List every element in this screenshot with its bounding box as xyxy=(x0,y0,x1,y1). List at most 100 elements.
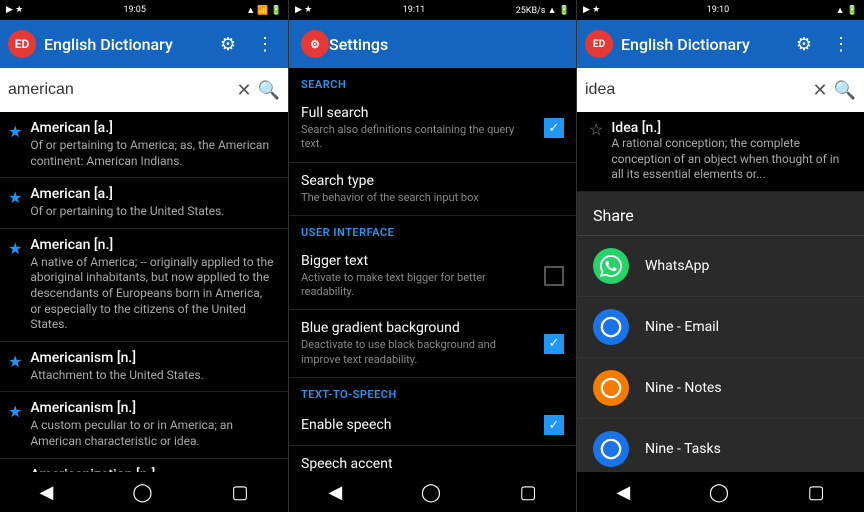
settings-desc-search-type: The behavior of the search input box xyxy=(301,191,479,205)
settings-item-blue-gradient[interactable]: Blue gradient background Deactivate to u… xyxy=(289,310,576,378)
settings-label-blue-gradient: Blue gradient background xyxy=(301,320,536,336)
panel-share: ED English Dictionary ⚙ ⋮ ✕ 🔍 ☆ Idea [n.… xyxy=(576,20,864,512)
settings-section-ui: USER INTERFACE xyxy=(289,216,576,243)
dict-item[interactable]: ★ American [n.] A native of America; -- … xyxy=(0,229,288,342)
status-time-1: 19:05 xyxy=(124,5,146,15)
dict-toolbar: ED English Dictionary ⚙ ⋮ xyxy=(0,20,288,68)
share-toolbar: ED English Dictionary ⚙ ⋮ xyxy=(577,20,864,68)
whatsapp-icon xyxy=(593,248,629,284)
status-right-icons-3: ▲ 🔋 xyxy=(836,5,858,16)
share-search-input[interactable] xyxy=(585,81,806,99)
checkbox-bigger-text[interactable] xyxy=(544,266,564,286)
idea-star-icon[interactable]: ☆ xyxy=(589,120,603,183)
dict-item[interactable]: ★ Americanism [n.] A custom peculiar to … xyxy=(0,392,288,458)
star-icon-3[interactable]: ★ xyxy=(8,352,22,371)
settings-item-search-type[interactable]: Search type The behavior of the search i… xyxy=(289,163,576,216)
nav-back-3[interactable]: ◀ xyxy=(604,478,642,507)
nav-recents-3[interactable]: ▢ xyxy=(796,478,837,507)
dict-menu-icon[interactable]: ⋮ xyxy=(250,28,280,61)
checkbox-blue-gradient[interactable] xyxy=(544,334,564,354)
checkbox-enable-speech[interactable] xyxy=(544,415,564,435)
idea-word: Idea [n.] xyxy=(611,120,852,136)
star-icon-0[interactable]: ★ xyxy=(8,122,22,141)
dict-def-4: A custom peculiar to or in America; an A… xyxy=(30,418,276,449)
status-left-icons-2: ▶ ★ xyxy=(295,5,312,15)
nine-email-icon xyxy=(593,309,629,345)
settings-label-bigger-text: Bigger text xyxy=(301,253,536,269)
share-item-nine-tasks[interactable]: Nine - Tasks xyxy=(577,419,864,472)
share-bottom-nav: ◀ ◯ ▢ xyxy=(577,472,864,512)
share-label-nine-tasks: Nine - Tasks xyxy=(645,441,721,457)
status-left-icons-3: ▶ ★ xyxy=(583,5,600,15)
dict-list: ★ American [a.] Of or pertaining to Amer… xyxy=(0,112,288,472)
share-search-button[interactable]: 🔍 xyxy=(834,80,856,101)
settings-logo: ⚙ xyxy=(301,30,329,58)
dict-word-3: Americanism [n.] xyxy=(30,350,204,366)
settings-desc-full-search: Search also definitions containing the q… xyxy=(301,123,536,152)
nav-home-3[interactable]: ◯ xyxy=(697,478,741,507)
share-item-nine-email[interactable]: Nine - Email xyxy=(577,297,864,358)
panel-dictionary: ED English Dictionary ⚙ ⋮ ✕ 🔍 ★ American… xyxy=(0,20,288,512)
settings-label-speech-accent: Speech accent xyxy=(301,456,543,472)
checkbox-full-search[interactable] xyxy=(544,118,564,138)
dict-item[interactable]: ★ Americanization [n.] xyxy=(0,459,288,472)
dict-item[interactable]: ★ American [a.] Of or pertaining to Amer… xyxy=(0,112,288,178)
nine-notes-icon xyxy=(593,370,629,406)
dict-word-0: American [a.] xyxy=(30,120,276,136)
share-title: English Dictionary xyxy=(621,35,782,54)
share-label-nine-email: Nine - Email xyxy=(645,319,719,335)
share-item-nine-notes[interactable]: Nine - Notes xyxy=(577,358,864,419)
star-icon-1[interactable]: ★ xyxy=(8,188,22,207)
settings-section-tts: TEXT-TO-SPEECH xyxy=(289,378,576,405)
dict-search-bar: ✕ 🔍 xyxy=(0,68,288,112)
dict-word-2: American [n.] xyxy=(30,237,276,253)
idea-entry: ☆ Idea [n.] A rational conception; the c… xyxy=(577,112,864,192)
dict-settings-icon[interactable]: ⚙ xyxy=(214,28,242,61)
dict-search-input[interactable] xyxy=(8,81,230,99)
share-settings-icon[interactable]: ⚙ xyxy=(790,28,818,61)
share-menu-icon[interactable]: ⋮ xyxy=(826,28,856,61)
settings-item-enable-speech[interactable]: Enable speech xyxy=(289,405,576,446)
nav-recents-1[interactable]: ▢ xyxy=(219,478,260,507)
panel-settings: ⚙ Settings SEARCH Full search Search als… xyxy=(288,20,576,512)
dict-word-4: Americanism [n.] xyxy=(30,400,276,416)
dict-clear-button[interactable]: ✕ xyxy=(236,80,251,101)
dict-title: English Dictionary xyxy=(44,35,206,54)
nav-back-2[interactable]: ◀ xyxy=(316,478,354,507)
nav-back-1[interactable]: ◀ xyxy=(27,478,65,507)
share-label-nine-notes: Nine - Notes xyxy=(645,380,722,396)
share-logo: ED xyxy=(585,30,613,58)
dict-def-3: Attachment to the United States. xyxy=(30,368,204,384)
share-overlay: Share WhatsApp Nine - Email Nine xyxy=(577,192,864,472)
settings-item-bigger-text[interactable]: Bigger text Activate to make text bigger… xyxy=(289,243,576,311)
settings-bottom-nav: ◀ ◯ ▢ xyxy=(289,472,576,512)
share-label-whatsapp: WhatsApp xyxy=(645,258,709,274)
star-icon-2[interactable]: ★ xyxy=(8,239,22,258)
idea-def: A rational conception; the complete conc… xyxy=(611,136,852,183)
status-right-icons-1: ▲ 📶 🔋 xyxy=(246,5,282,16)
status-left-icons: ▶ ★ xyxy=(6,5,23,15)
settings-section-search: SEARCH xyxy=(289,68,576,95)
dict-bottom-nav: ◀ ◯ ▢ xyxy=(0,472,288,512)
status-time-2: 19:11 xyxy=(403,5,425,15)
share-header: Share xyxy=(577,192,864,236)
nav-home-2[interactable]: ◯ xyxy=(409,478,453,507)
dict-def-1: Of or pertaining to the United States. xyxy=(30,204,224,220)
share-item-whatsapp[interactable]: WhatsApp xyxy=(577,236,864,297)
dict-item[interactable]: ★ American [a.] Of or pertaining to the … xyxy=(0,178,288,229)
settings-item-speech-accent[interactable]: Speech accent Please restart the applica… xyxy=(289,446,576,472)
status-bar-panel2: ▶ ★ 19:11 25KB/s ▲ 🔋 xyxy=(288,0,576,20)
settings-label-full-search: Full search xyxy=(301,105,536,121)
dict-item[interactable]: ★ Americanism [n.] Attachment to the Uni… xyxy=(0,342,288,393)
settings-item-full-search[interactable]: Full search Search also definitions cont… xyxy=(289,95,576,163)
star-icon-4[interactable]: ★ xyxy=(8,402,22,421)
nav-recents-2[interactable]: ▢ xyxy=(508,478,549,507)
settings-label-enable-speech: Enable speech xyxy=(301,417,391,433)
dict-word-1: American [a.] xyxy=(30,186,224,202)
share-clear-button[interactable]: ✕ xyxy=(812,80,827,101)
dict-search-button[interactable]: 🔍 xyxy=(258,80,280,101)
share-search-bar: ✕ 🔍 xyxy=(577,68,864,112)
dict-def-0: Of or pertaining to America; as, the Ame… xyxy=(30,138,276,169)
dict-logo: ED xyxy=(8,30,36,58)
nav-home-1[interactable]: ◯ xyxy=(120,478,164,507)
